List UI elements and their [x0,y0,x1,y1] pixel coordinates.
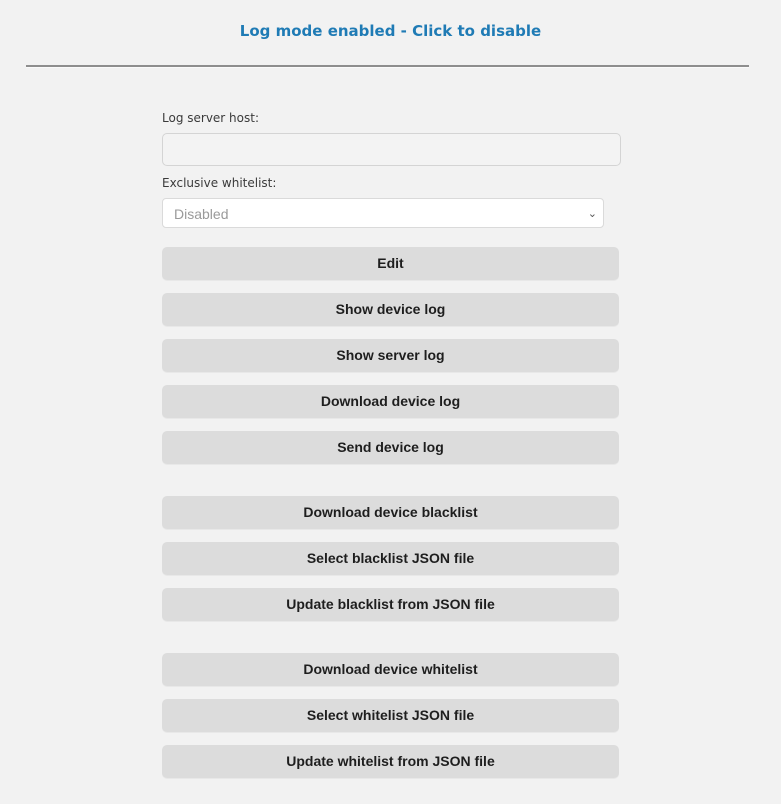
show-device-log-button[interactable]: Show device log [162,293,619,326]
exclusive-whitelist-label: Exclusive whitelist: [162,176,277,190]
update-blacklist-from-json-button[interactable]: Update blacklist from JSON file [162,588,619,621]
header-divider [26,65,749,68]
update-whitelist-from-json-button[interactable]: Update whitelist from JSON file [162,745,619,778]
log-server-host-label: Log server host: [162,111,259,125]
exclusive-whitelist-selected-value: Disabled [174,206,229,222]
exclusive-whitelist-select[interactable]: Disabled ⌄ [162,198,604,228]
log-server-host-input[interactable] [162,133,621,166]
download-device-log-button[interactable]: Download device log [162,385,619,418]
show-server-log-button[interactable]: Show server log [162,339,619,372]
select-blacklist-json-button[interactable]: Select blacklist JSON file [162,542,619,575]
log-mode-toggle-link[interactable]: Log mode enabled - Click to disable [0,22,781,40]
edit-button[interactable]: Edit [162,247,619,280]
select-whitelist-json-button[interactable]: Select whitelist JSON file [162,699,619,732]
download-device-blacklist-button[interactable]: Download device blacklist [162,496,619,529]
chevron-down-icon: ⌄ [587,208,597,220]
download-device-whitelist-button[interactable]: Download device whitelist [162,653,619,686]
send-device-log-button[interactable]: Send device log [162,431,619,464]
